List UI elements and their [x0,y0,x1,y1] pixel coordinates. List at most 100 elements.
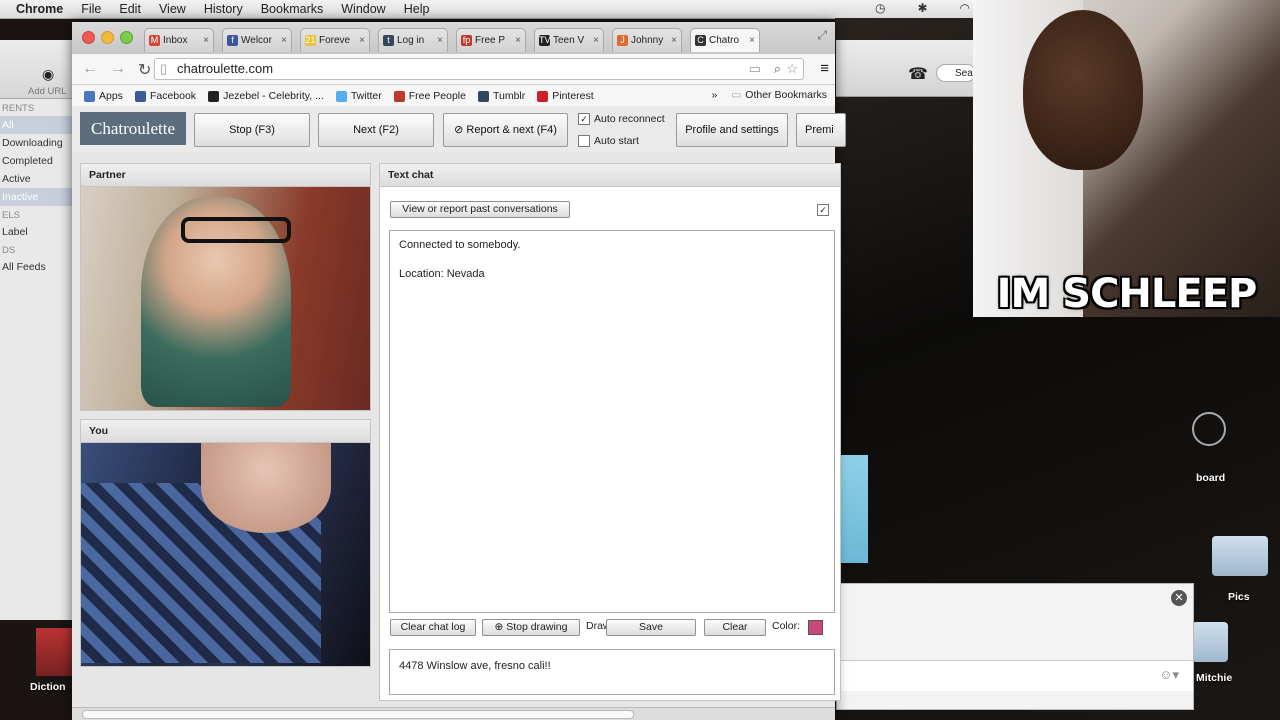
tab-4[interactable]: fp Free P × [456,28,526,52]
tab-6[interactable]: J Johnny × [612,28,682,52]
sidebar-item-all-feeds[interactable]: All Feeds [0,258,75,276]
menu-window[interactable]: Window [341,2,385,16]
tumblr-icon [477,90,489,102]
dictionary-app-icon[interactable] [36,628,74,676]
desktop-icon-label-board[interactable]: board [1196,472,1225,484]
chat-input[interactable]: 4478 Winslow ave, fresno cali!! [389,649,835,695]
desktop-icon-label-mitchie[interactable]: Mitchie [1196,672,1232,684]
close-icon[interactable]: ✕ [1171,590,1187,606]
sidebar-item-downloading[interactable]: Downloading [0,134,75,152]
menu-help[interactable]: Help [404,2,430,16]
tab-close-icon[interactable]: × [203,35,209,46]
bookmark-item[interactable]: Twitter [335,90,382,102]
dashboard-icon[interactable] [1192,412,1226,446]
bookmark-item[interactable]: Free People [393,90,466,102]
premium-button[interactable]: Premi [796,113,846,147]
mitchie-folder-icon[interactable] [1192,622,1228,662]
save-drawing-button[interactable]: Save [606,619,696,636]
tab-close-icon[interactable]: × [749,35,755,46]
pics-folder-icon[interactable] [1212,536,1268,576]
menu-file[interactable]: File [81,2,101,16]
profile-settings-button[interactable]: Profile and settings [676,113,788,147]
time-machine-icon[interactable]: ◷ [875,1,885,15]
sidebar-item-active[interactable]: Active [0,170,75,188]
menu-view[interactable]: View [159,2,186,16]
fullscreen-icon[interactable]: ⤢ [817,28,827,43]
forward-icon[interactable]: → [110,60,126,80]
color-picker-swatch[interactable] [808,620,823,635]
bluetooth-icon[interactable]: ✱ [917,1,927,15]
horizontal-scrollbar[interactable] [72,707,835,720]
pinterest-icon [537,90,549,102]
next-button[interactable]: Next (F2) [318,113,434,147]
clear-drawing-button[interactable]: Clear [704,619,766,636]
tab-close-icon[interactable]: × [515,35,521,46]
tab-close-icon[interactable]: × [437,35,443,46]
chrome-menu-icon[interactable]: ≡ [820,60,829,77]
reload-icon[interactable]: ↻ [138,60,151,80]
tab-2[interactable]: 21 Foreve × [300,28,370,52]
tab-7[interactable]: C Chatro × [690,28,760,52]
tab-close-icon[interactable]: × [671,35,677,46]
tab-close-icon[interactable]: × [359,35,365,46]
zoom-window-icon[interactable] [120,31,133,44]
desktop-icon-label-dictionary[interactable]: Diction [30,681,66,693]
bookmark-item[interactable]: Facebook [134,90,196,102]
sidebar-item-completed[interactable]: Completed [0,152,75,170]
background-search-field[interactable]: Sea [936,64,976,82]
bookmark-item[interactable]: Tumblr [477,90,525,102]
star-icon[interactable]: ☆ [786,59,798,79]
cast-icon[interactable]: ▭ [749,59,761,79]
chevron-right-icon[interactable]: » [712,89,718,101]
smiley-icon[interactable]: ☺▾ [1159,667,1179,683]
add-url-label[interactable]: Add URL [28,86,67,97]
bookmark-item[interactable]: Apps [84,90,123,102]
back-icon[interactable]: ← [82,60,98,80]
address-bar[interactable]: ▯ chatroulette.com ▭ ⌕ ☆ [154,58,804,80]
sidebar-item-all[interactable]: All [0,116,75,134]
globe-icon[interactable]: ◉ [42,66,54,83]
bookmark-item[interactable]: Jezebel - Celebrity, ... [208,90,324,102]
teenvogue-icon: TV [539,35,551,46]
sidebar-item-label[interactable]: Label [0,223,75,241]
menu-app-name[interactable]: Chrome [16,2,63,16]
wifi-icon[interactable]: ◠ [960,1,970,15]
auto-start-check-box[interactable] [578,135,590,147]
report-next-button[interactable]: ⊘ Report & next (F4) [443,113,568,147]
menu-bookmarks[interactable]: Bookmarks [261,2,324,16]
other-bookmarks[interactable]: » ▭ Other Bookmarks [712,89,827,101]
tab-label: Chatro [709,35,740,46]
clear-chat-log-button[interactable]: Clear chat log [390,619,476,636]
background-chat-input[interactable] [837,660,1193,691]
phone-icon[interactable]: ☎ [908,64,928,84]
chatroulette-icon: C [695,35,706,46]
chrome-window: M Inbox × f Welcor × 21 Foreve × t Log in × fp Free P… [72,22,846,720]
freepeople-icon: fp [461,35,472,46]
zoom-icon[interactable]: ⌕ [774,59,781,79]
stop-drawing-button[interactable]: ⊕ Stop drawing [482,619,580,636]
desktop-icon-label-pics[interactable]: Pics [1228,591,1250,603]
tab-3[interactable]: t Log in × [378,28,448,52]
minimize-window-icon[interactable] [101,31,114,44]
stop-button[interactable]: Stop (F3) [194,113,310,147]
tab-close-icon[interactable]: × [281,35,287,46]
tab-0[interactable]: M Inbox × [144,28,214,52]
tab-1[interactable]: f Welcor × [222,28,292,52]
tab-5[interactable]: TV Teen V × [534,28,604,52]
chat-option-checkbox[interactable]: ✓ [817,204,829,216]
menu-history[interactable]: History [204,2,243,16]
page-icon: ▯ [160,61,168,76]
bookmark-item[interactable]: Pinterest [537,90,594,102]
scrollbar-thumb[interactable] [82,710,634,719]
chatroulette-logo[interactable]: Chatroulette [80,112,186,145]
close-window-icon[interactable] [82,31,95,44]
auto-reconnect-check-icon[interactable]: ✓ [578,113,590,125]
meme-caption: IM SCHLEEP [996,271,1258,317]
sidebar-item-inactive[interactable]: Inactive [0,188,75,206]
auto-reconnect-checkbox[interactable]: ✓ Auto reconnect [578,113,665,125]
menu-edit[interactable]: Edit [119,2,141,16]
tab-close-icon[interactable]: × [593,35,599,46]
auto-start-checkbox[interactable]: Auto start [578,135,639,147]
facebook-icon [134,90,146,102]
view-report-past-button[interactable]: View or report past conversations [390,201,570,218]
